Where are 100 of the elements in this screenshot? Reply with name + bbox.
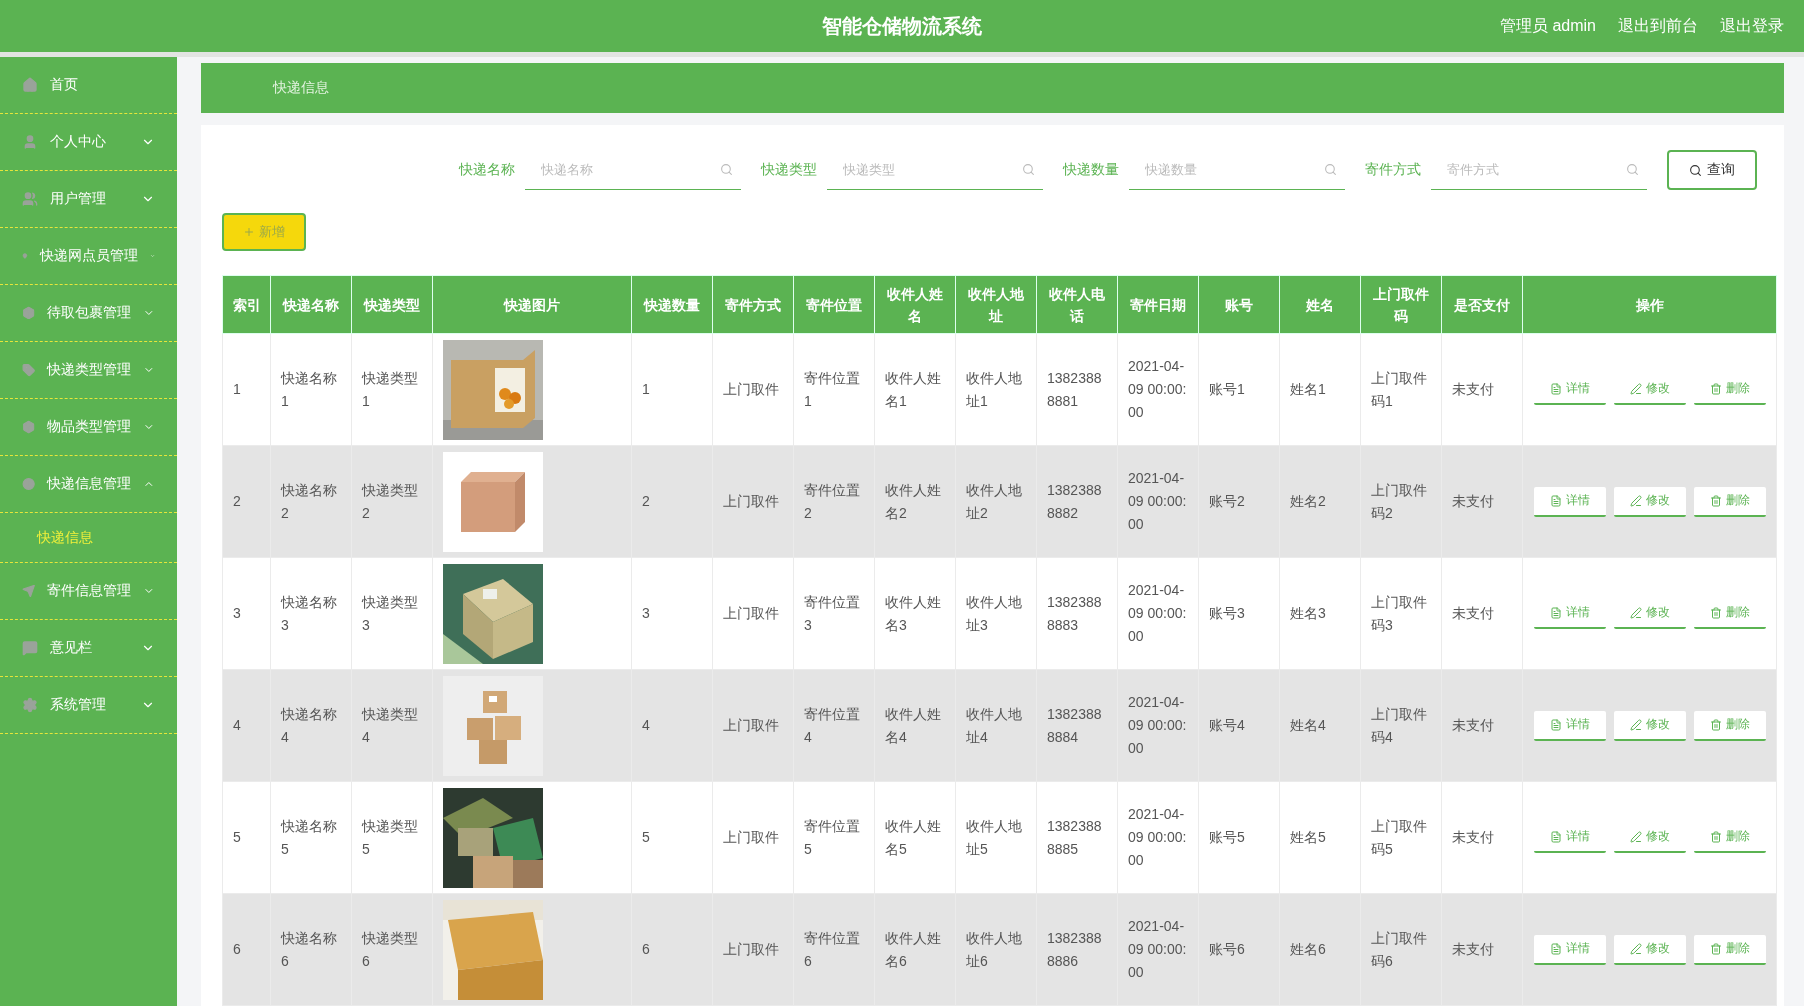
sidebar-item[interactable]: 快递类型管理 bbox=[0, 342, 177, 399]
column-header: 姓名 bbox=[1279, 275, 1361, 334]
delete-button[interactable]: 删除 bbox=[1693, 710, 1766, 741]
table-cell: 寄件位置2 bbox=[804, 481, 860, 521]
pen-icon bbox=[1629, 830, 1642, 843]
edit-button[interactable]: 修改 bbox=[1613, 710, 1686, 741]
table-cell: 13823888882 bbox=[1047, 481, 1102, 521]
table-cell: 4 bbox=[642, 717, 650, 733]
sidebar-item[interactable]: 用户管理 bbox=[0, 171, 177, 228]
table-cell: 收件人姓名3 bbox=[885, 593, 941, 633]
column-header: 快递数量 bbox=[631, 275, 713, 334]
table-cell: 收件人地址4 bbox=[966, 705, 1022, 745]
table-cell: 未支付 bbox=[1452, 941, 1494, 957]
table-cell: 13823888883 bbox=[1047, 593, 1102, 633]
table-cell: 13823888881 bbox=[1047, 369, 1102, 409]
table-cell: 4 bbox=[233, 717, 241, 733]
sidebar-item[interactable]: 首页 bbox=[0, 57, 177, 114]
sidebar-subitem[interactable]: 快递信息 bbox=[0, 513, 177, 563]
sidebar-item[interactable]: 个人中心 bbox=[0, 114, 177, 171]
search-field[interactable]: 快递数量 bbox=[1129, 150, 1345, 190]
search-icon bbox=[1324, 163, 1337, 176]
pen-icon bbox=[1629, 382, 1642, 395]
table-cell: 2021-04-09 00:00:00 bbox=[1128, 582, 1187, 644]
table-cell: 账号6 bbox=[1209, 941, 1245, 957]
add-button[interactable]: 新增 bbox=[222, 213, 306, 251]
settings-icon bbox=[22, 697, 38, 713]
user-icon bbox=[22, 134, 38, 150]
sidebar-item[interactable]: 快递网点员管理 bbox=[0, 228, 177, 285]
table-cell: 未支付 bbox=[1452, 381, 1494, 397]
table-cell: 快递名称5 bbox=[281, 817, 337, 857]
column-header: 操作 bbox=[1522, 275, 1777, 334]
table-cell: 账号2 bbox=[1209, 493, 1245, 509]
table-cell: 2021-04-09 00:00:00 bbox=[1128, 470, 1187, 532]
delete-button[interactable]: 删除 bbox=[1693, 934, 1766, 965]
trash-icon bbox=[1709, 718, 1722, 731]
table-cell: 快递类型3 bbox=[362, 593, 418, 633]
table-cell: 账号5 bbox=[1209, 829, 1245, 845]
search-icon bbox=[1626, 163, 1639, 176]
column-header: 收件人姓名 bbox=[874, 275, 956, 334]
column-header: 寄件日期 bbox=[1117, 275, 1199, 334]
table-cell: 姓名5 bbox=[1290, 829, 1326, 845]
document-icon bbox=[1549, 942, 1562, 955]
table-cell: 收件人地址2 bbox=[966, 481, 1022, 521]
trash-icon bbox=[1709, 382, 1722, 395]
table-cell: 收件人姓名1 bbox=[885, 369, 941, 409]
pen-icon bbox=[1629, 718, 1642, 731]
sidebar-item[interactable]: 系统管理 bbox=[0, 677, 177, 734]
header-link[interactable]: 退出到前台 bbox=[1618, 15, 1698, 37]
header-link[interactable]: 管理员 admin bbox=[1499, 15, 1596, 37]
table-cell: 账号3 bbox=[1209, 605, 1245, 621]
table-cell: 上门取件码2 bbox=[1371, 481, 1427, 521]
sidebar-item[interactable]: 寄件信息管理 bbox=[0, 563, 177, 620]
table-cell: 2021-04-09 00:00:00 bbox=[1128, 918, 1187, 980]
table-cell: 1 bbox=[642, 381, 650, 397]
detail-button[interactable]: 详情 bbox=[1533, 486, 1606, 517]
search-icon bbox=[720, 163, 733, 176]
table-cell: 上门取件码4 bbox=[1371, 705, 1427, 745]
edit-button[interactable]: 修改 bbox=[1613, 934, 1686, 965]
table-cell: 6 bbox=[642, 941, 650, 957]
column-header: 寄件方式 bbox=[712, 275, 794, 334]
field-label: 快递类型 bbox=[761, 161, 817, 179]
field-label: 寄件方式 bbox=[1365, 161, 1421, 179]
document-icon bbox=[1549, 606, 1562, 619]
column-header: 快递类型 bbox=[351, 275, 433, 334]
send-icon bbox=[22, 583, 36, 599]
pen-icon bbox=[1629, 942, 1642, 955]
delete-button[interactable]: 删除 bbox=[1693, 486, 1766, 517]
detail-button[interactable]: 详情 bbox=[1533, 710, 1606, 741]
sidebar-item[interactable]: 待取包裹管理 bbox=[0, 285, 177, 342]
search-field[interactable]: 快递类型 bbox=[827, 150, 1043, 190]
search-field[interactable]: 寄件方式 bbox=[1431, 150, 1647, 190]
header-link[interactable]: 退出登录 bbox=[1720, 15, 1784, 37]
sidebar-item[interactable]: 物品类型管理 bbox=[0, 399, 177, 456]
table-cell: 快递名称2 bbox=[281, 481, 337, 521]
table-cell: 未支付 bbox=[1452, 605, 1494, 621]
column-header: 收件人地址 bbox=[955, 275, 1037, 334]
sidebar-item[interactable]: 快递信息管理 bbox=[0, 456, 177, 513]
table-cell: 快递类型6 bbox=[362, 929, 418, 969]
pen-icon bbox=[1629, 494, 1642, 507]
table-cell: 快递类型1 bbox=[362, 369, 418, 409]
detail-button[interactable]: 详情 bbox=[1533, 934, 1606, 965]
table-cell: 未支付 bbox=[1452, 717, 1494, 733]
sidebar-item[interactable]: 意见栏 bbox=[0, 620, 177, 677]
table-cell: 寄件位置1 bbox=[804, 369, 860, 409]
search-field[interactable]: 快递名称 bbox=[525, 150, 741, 190]
table-cell: 13823888885 bbox=[1047, 817, 1102, 857]
box-icon bbox=[22, 419, 36, 435]
table-cell: 2021-04-09 00:00:00 bbox=[1128, 806, 1187, 868]
table-cell: 收件人地址6 bbox=[966, 929, 1022, 969]
document-icon bbox=[1549, 494, 1562, 507]
table-cell: 寄件位置5 bbox=[804, 817, 860, 857]
table-cell: 快递名称4 bbox=[281, 705, 337, 745]
table-cell: 1 bbox=[233, 381, 241, 397]
table-cell: 上门取件 bbox=[723, 941, 779, 957]
table-cell: 上门取件码6 bbox=[1371, 929, 1427, 969]
table-cell: 收件人姓名4 bbox=[885, 705, 941, 745]
table-cell: 快递类型4 bbox=[362, 705, 418, 745]
edit-button[interactable]: 修改 bbox=[1613, 486, 1686, 517]
package-icon bbox=[22, 305, 36, 321]
query-button[interactable]: 查询 bbox=[1667, 150, 1757, 190]
